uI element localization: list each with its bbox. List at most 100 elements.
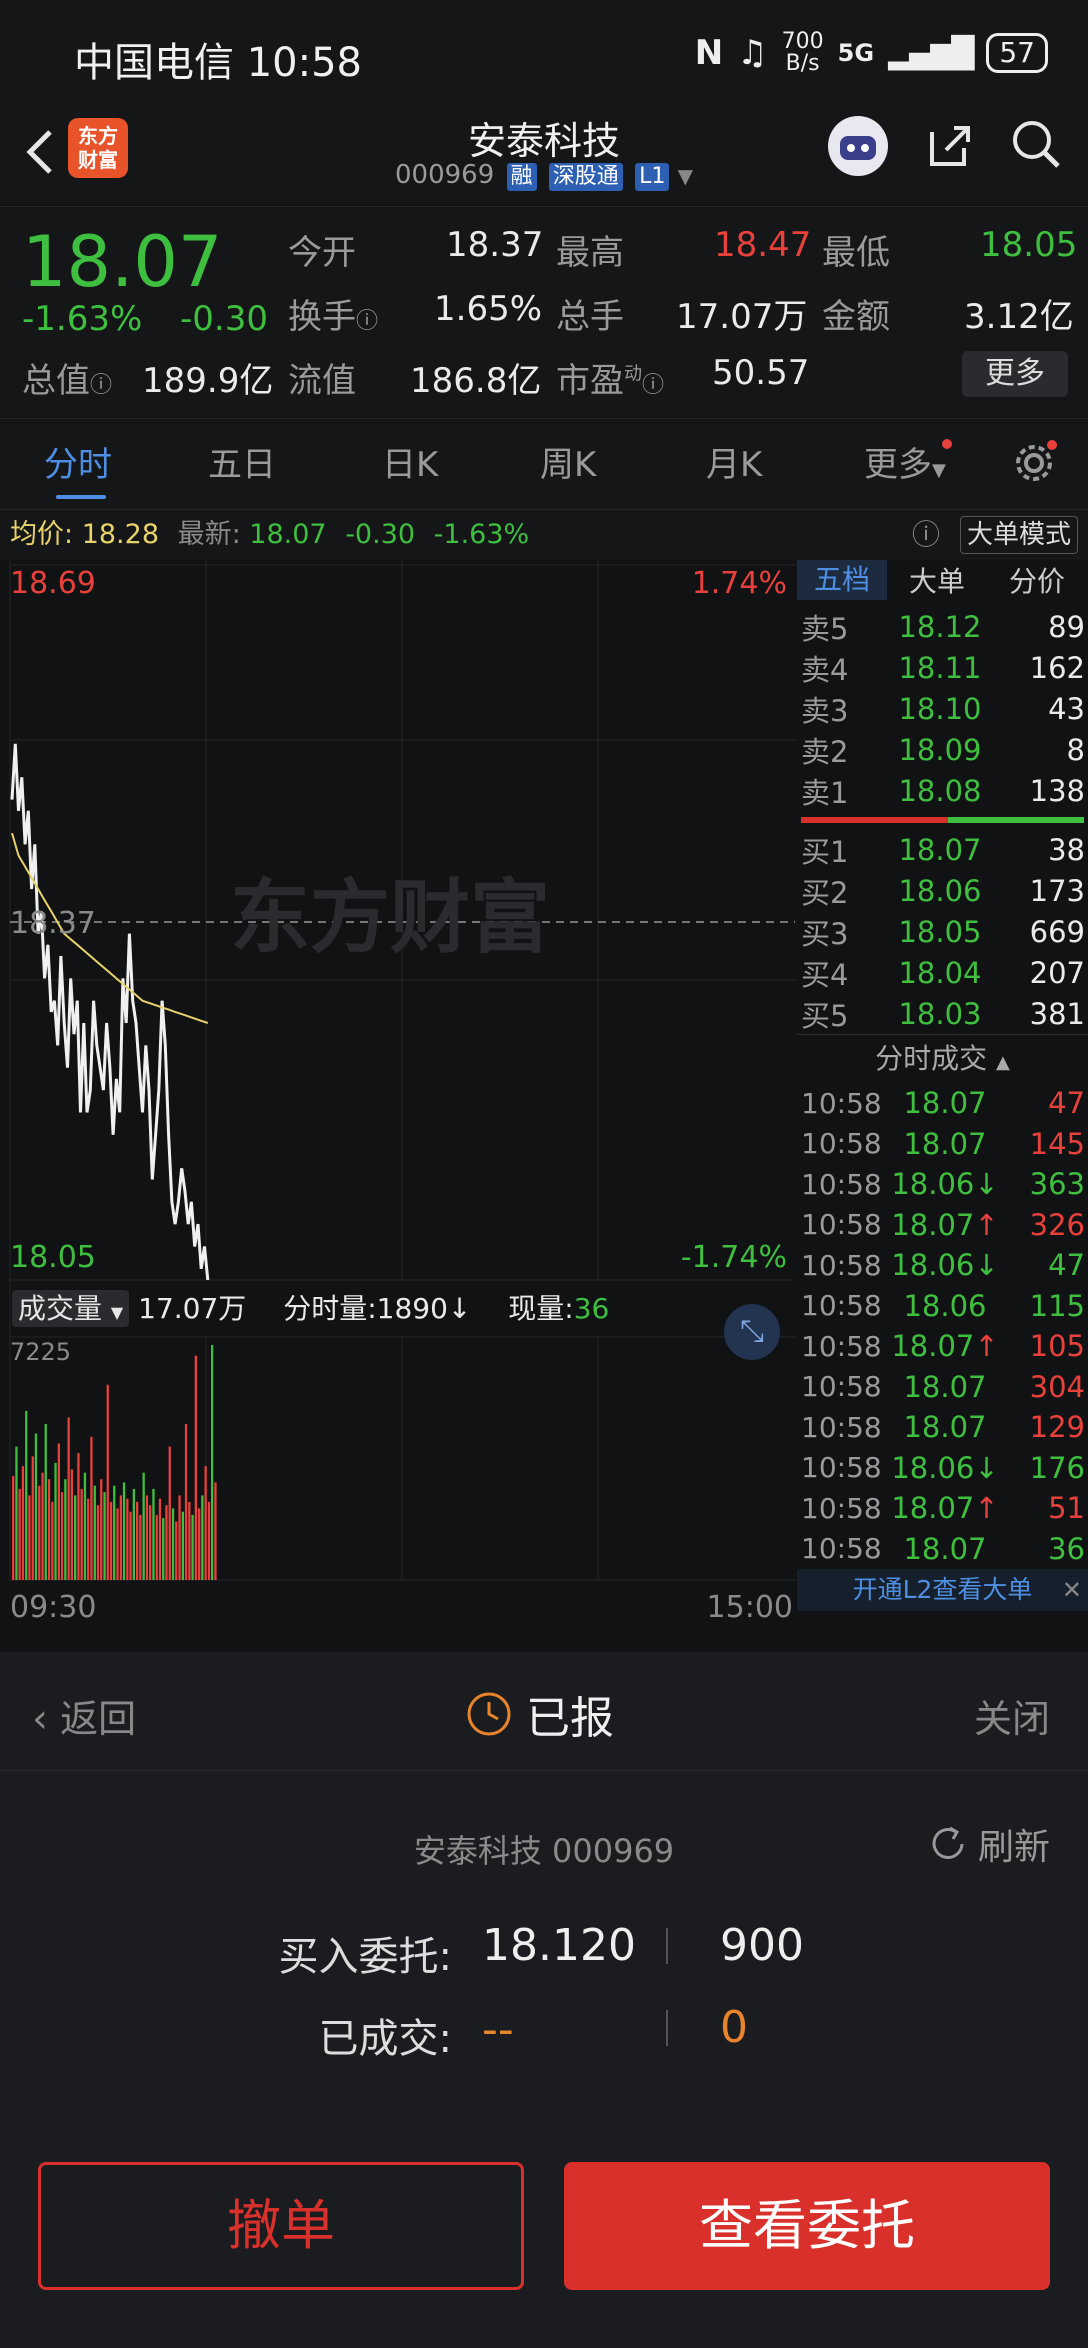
volume-bar (28, 1495, 31, 1580)
bid-level-row[interactable]: 买4 18.04 207 (797, 952, 1088, 993)
tab-five-levels[interactable]: 五档 (797, 560, 887, 600)
bid-level-label: 买5 (801, 998, 849, 1033)
bid-level-volume: 381 (1029, 996, 1085, 1031)
trade-row: 10:58 18.07 129 (797, 1407, 1088, 1448)
volume-bar (103, 1492, 106, 1580)
tab-intraday[interactable]: 分时 (44, 437, 112, 486)
volume-bar (106, 1384, 109, 1580)
ask-level-volume: 89 (1048, 609, 1085, 644)
tab-price-dist[interactable]: 分价 (987, 560, 1087, 600)
stock-code: 000969 (394, 160, 495, 190)
volume-bar (113, 1485, 116, 1580)
active-tab-indicator (56, 495, 106, 499)
tab-daily-k[interactable]: 日K (382, 437, 438, 486)
volume-bar (109, 1501, 113, 1580)
help-icon[interactable]: ⓘ (912, 510, 940, 560)
expand-icon[interactable]: ⤡ (724, 1304, 780, 1360)
info-icon: ⓘ (642, 373, 665, 398)
tab-weekly-k[interactable]: 周K (540, 437, 596, 486)
turnover-label[interactable]: 换手ⓘ (288, 289, 378, 338)
tab-big-orders[interactable]: 大单 (887, 560, 987, 600)
back-button[interactable]: ‹ 返回 (32, 1688, 136, 1743)
ask-level-row[interactable]: 卖3 18.10 43 (797, 688, 1088, 729)
search-icon[interactable] (1008, 116, 1064, 172)
bid-level-row[interactable]: 买3 18.05 669 (797, 911, 1088, 952)
trade-time: 10:58 (801, 1329, 882, 1363)
settings-gear-icon[interactable] (1010, 439, 1058, 487)
bid-level-volume: 207 (1029, 955, 1085, 990)
notification-dot (941, 439, 952, 449)
ask-level-row[interactable]: 卖5 18.12 89 (797, 606, 1088, 647)
bid-level-label: 买4 (801, 957, 849, 992)
tab-more[interactable]: 更多▼ (864, 437, 952, 486)
trades-header[interactable]: 分时成交 ▲ (797, 1034, 1088, 1083)
bid-level-row[interactable]: 买2 18.06 173 (797, 870, 1088, 911)
ask-level-price: 18.12 (898, 609, 982, 644)
price-info-bar: 均价: 18.28 最新: 18.07 -0.30 -1.63% ⓘ 大单模式 (0, 510, 1088, 560)
close-icon[interactable]: ✕ (1062, 1569, 1082, 1611)
trade-volume: 47 (1048, 1248, 1085, 1283)
collapse-icon: ▲ (996, 1052, 1010, 1073)
volume-bar (15, 1446, 18, 1580)
trade-volume: 105 (1029, 1329, 1085, 1364)
trade-row: 10:58 18.06↓ 47 (797, 1245, 1088, 1286)
trade-time: 10:58 (801, 1289, 882, 1323)
ask-level-price: 18.10 (898, 691, 982, 726)
ask-level-row[interactable]: 卖4 18.11 162 (797, 647, 1088, 688)
ask-level-row[interactable]: 卖2 18.09 8 (797, 729, 1088, 770)
volume-bar (165, 1505, 168, 1580)
volume-bar (25, 1410, 28, 1580)
order-status-panel: ‹ 返回 已报 关闭 安泰科技 000969 刷新 买入委托: 18.120 9… (0, 1652, 1088, 2348)
order-status: 已报 (466, 1682, 614, 1746)
high-value: 18.47 (714, 225, 812, 265)
volume-label: 总手 (556, 297, 624, 337)
trade-price: 18.07 (903, 1369, 987, 1404)
view-orders-button[interactable]: 查看委托 (564, 2162, 1050, 2290)
trade-price: 18.07 (903, 1086, 987, 1121)
divider (666, 2010, 668, 2046)
up-arrow-icon: ↑ (974, 1207, 999, 1242)
close-button[interactable]: 关闭 (974, 1688, 1050, 1743)
pe-label[interactable]: 市盈动ⓘ (556, 353, 664, 402)
volume-bar (64, 1479, 67, 1580)
volume-bar (149, 1505, 152, 1580)
trade-row: 10:58 18.07 36 (797, 1529, 1088, 1570)
speed-indicator: 700 B/s (781, 29, 824, 76)
assistant-avatar-icon[interactable] (828, 116, 888, 176)
mktcap-label[interactable]: 总值ⓘ (22, 353, 112, 402)
chart-svg: 东方财富 (0, 560, 795, 1632)
ask-level-row[interactable]: 卖1 18.08 138 (797, 770, 1088, 811)
volume-selector[interactable]: 成交量 ▼ (12, 1290, 130, 1327)
tab-five-day[interactable]: 五日 (208, 437, 276, 486)
current-price: 18.07 (22, 221, 223, 303)
trade-row: 10:58 18.07 145 (797, 1124, 1088, 1165)
trade-row: 10:58 18.06↓ 176 (797, 1448, 1088, 1489)
ask-level-price: 18.08 (898, 773, 982, 808)
bid-level-row[interactable]: 买1 18.07 38 (797, 829, 1088, 870)
refresh-button[interactable]: 刷新 (926, 1818, 1050, 1870)
tag-level: L1 (635, 163, 670, 191)
tag-connect: 深股通 (548, 163, 623, 191)
info-icon: ⓘ (90, 373, 113, 398)
volume-bar (41, 1472, 44, 1580)
down-arrow-icon: ↓ (447, 1292, 472, 1325)
trade-price: 18.07 (903, 1410, 987, 1445)
big-order-mode-button[interactable]: 大单模式 (959, 516, 1078, 554)
volume-bar (119, 1495, 122, 1580)
volume-bar (18, 1488, 21, 1580)
bid-level-row[interactable]: 买5 18.03 381 (797, 993, 1088, 1034)
change-amount: -0.30 (180, 299, 268, 339)
info-icon: ⓘ (356, 309, 379, 334)
share-icon[interactable] (922, 118, 978, 174)
cancel-order-button[interactable]: 撤单 (38, 2162, 524, 2290)
high-label: 最高 (556, 233, 624, 273)
volume-total: 17.07万 (138, 1292, 247, 1325)
ask-level-price: 18.09 (898, 732, 982, 767)
more-button[interactable]: 更多 (962, 351, 1068, 397)
volume-bar (211, 1345, 214, 1580)
ask-level-volume: 8 (1066, 732, 1085, 767)
tab-monthly-k[interactable]: 月K (706, 437, 762, 486)
stock-header: 东方 财富 安泰科技 000969 融 深股通 L1 ▼ (0, 110, 1088, 205)
l2-upgrade-link[interactable]: 开通L2查看大单 ✕ (797, 1569, 1088, 1611)
intraday-chart[interactable]: 东方财富 18.69 1.74% 18.37 18.05 -1.74% 成交量 … (0, 560, 795, 1632)
